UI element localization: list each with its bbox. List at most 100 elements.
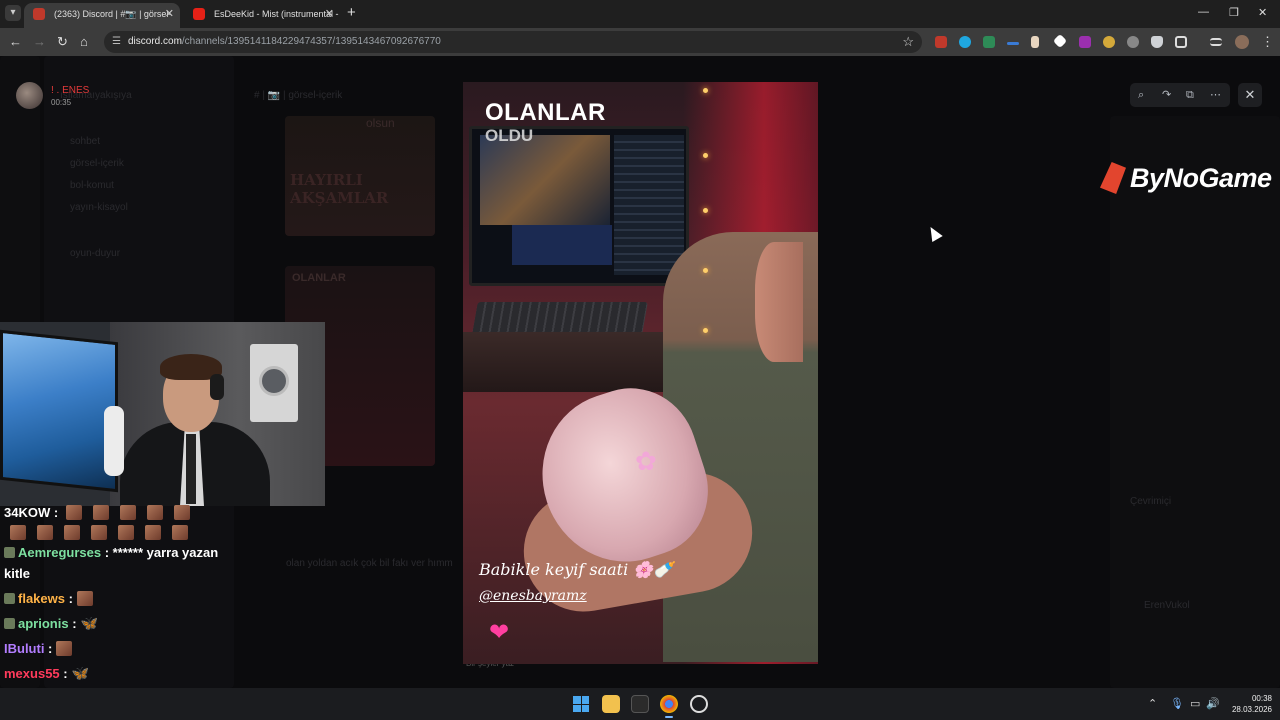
lightbox-image[interactable]: ✿ OLANLAR OLDU Babikle keyif saati 🌸🍼 @e… [463,82,818,664]
user-time: 00:35 [51,98,72,107]
flower-sticker-icon: ✿ [635,446,657,476]
file-explorer-icon[interactable] [602,695,620,713]
extension-icon[interactable] [1031,36,1039,48]
url-host: discord.com [128,36,182,47]
emote-face-icon [172,525,188,540]
taskbar-clock[interactable]: 00:38 28.03.2026 [1222,693,1272,715]
chat-separator: : [59,666,68,681]
channel-item[interactable]: oyun-duyur [70,248,120,259]
chat-username: Aemregurses [18,545,102,560]
story-subtitle: OLDU [485,126,534,145]
story-handle: @enesbayramz [479,588,587,604]
emote-face-icon [65,505,82,520]
extension-icon[interactable] [983,36,995,48]
extension-icon[interactable] [1079,36,1091,48]
member-list-header: Çevrimiçi [1130,496,1172,507]
chat-username: IBuluti [4,641,45,656]
profile-avatar[interactable] [1235,35,1249,49]
member-name[interactable]: ErenVukol [1144,600,1190,611]
brand-logo: ByNoGame [1100,160,1272,196]
chat-message-continuation: kitle [4,561,244,586]
forward-share-icon[interactable]: ↷ [1162,87,1171,103]
extension-icon[interactable] [959,36,971,48]
settings-icon[interactable] [690,695,708,713]
story-caption: Babikle keyif saati 🌸🍼 [479,560,674,579]
channel-header: # | 📷 | görsel-içerik [254,90,343,101]
light-bulb [703,328,708,333]
chat-emote-row [4,525,244,540]
youtube-icon [193,8,205,20]
tab-discord[interactable]: (2363) Discord | #📷 | görsel- ✕ [24,3,180,28]
browser-tab-bar: ▾ (2363) Discord | #📷 | görsel- ✕ EsDeeK… [0,0,1280,28]
chat-separator: : [64,591,73,606]
back-icon[interactable]: ← [9,34,22,50]
volume-icon[interactable]: 🔊 [1206,697,1220,711]
user-badge-icon [4,547,15,558]
extension-icon[interactable] [1007,42,1019,45]
posted-image-text: olsun [366,116,395,130]
media-control-icon[interactable] [1210,38,1222,46]
tab-close-icon[interactable]: ✕ [165,3,174,25]
minimize-icon[interactable]: — [1198,6,1209,18]
bynogame-logo-icon [1100,162,1126,194]
tab-close-icon[interactable]: ✕ [325,3,334,25]
address-bar-row: ← → ↻ ⌂ ☰ discord.com/channels/139514118… [0,28,1280,56]
tray-overflow-icon[interactable]: ⌃ [1148,697,1157,711]
terminal-icon[interactable] [631,695,649,713]
headset-icon [210,374,224,400]
chat-separator: : [44,641,53,656]
emote-face-icon [91,525,107,540]
emote-face-icon [145,525,161,540]
webcam-tv [0,329,118,493]
site-info-icon[interactable]: ☰ [112,36,121,47]
adblock-extension-icon[interactable] [935,36,947,48]
emote-face-icon [10,525,26,540]
lightbox-close-button[interactable]: ✕ [1238,83,1262,107]
new-tab-button[interactable]: + [347,5,356,21]
chat-message: aprionis : 🦋 [4,611,244,636]
photo-monitor [469,126,689,286]
chat-separator: : [101,545,113,560]
photo-keyboard [472,302,648,334]
windows-start-icon[interactable] [573,696,589,712]
posted-image-text: OLANLAR [292,272,346,284]
channel-item[interactable]: görsel-içerik [70,158,124,169]
forward-icon[interactable]: → [33,34,46,50]
extensions-puzzle-icon[interactable] [1175,36,1187,48]
light-bulb [703,153,708,158]
emote-face-icon [92,505,109,520]
restore-icon[interactable]: ❐ [1229,6,1239,19]
stream-chat: 34KOW : Aemregurses : ****** yarra yazan… [4,500,244,711]
browser-menu-icon[interactable]: ⋮ [1261,34,1274,50]
open-external-icon[interactable]: ⧉ [1186,87,1194,103]
channel-item[interactable]: yayın-kisayol [70,202,128,213]
user-avatar[interactable] [16,82,43,109]
channel-item[interactable]: bol-komut [70,180,114,191]
light-bulb [703,208,708,213]
clock-time: 00:38 [1251,694,1272,703]
network-icon[interactable]: ▭ [1190,697,1200,711]
reload-icon[interactable]: ↻ [57,34,68,50]
microphone-icon [104,406,124,476]
chrome-icon[interactable] [660,695,678,718]
user-badge-icon [4,618,15,629]
extension-icon[interactable] [1127,36,1139,48]
extension-icon[interactable] [1103,36,1115,48]
microphone-tray-icon[interactable]: 🎙 [1170,697,1184,711]
clock-date: 28.03.2026 [1231,705,1272,714]
home-icon[interactable]: ⌂ [80,34,88,50]
tab-youtube[interactable]: EsDeeKid - Mist (instrumental - ✕ [184,3,340,28]
extension-icon[interactable] [1052,33,1068,49]
channel-item[interactable]: sohbet [70,136,100,147]
shield-icon[interactable] [1151,36,1163,48]
more-options-icon[interactable]: ⋯ [1210,87,1221,103]
omnibox[interactable]: ☰ discord.com/channels/13951411842294743… [104,31,922,53]
chat-username: flakews [18,591,65,606]
string-lights [703,88,715,548]
window-close-icon[interactable]: ✕ [1258,6,1267,19]
bookmark-star-icon[interactable]: ☆ [902,34,914,50]
zoom-icon[interactable]: ⌕ [1138,87,1144,103]
url-text[interactable]: discord.com/channels/1395141184229474357… [128,36,441,47]
tab-search-icon[interactable]: ▾ [5,5,21,21]
emote-face-icon [76,591,93,606]
